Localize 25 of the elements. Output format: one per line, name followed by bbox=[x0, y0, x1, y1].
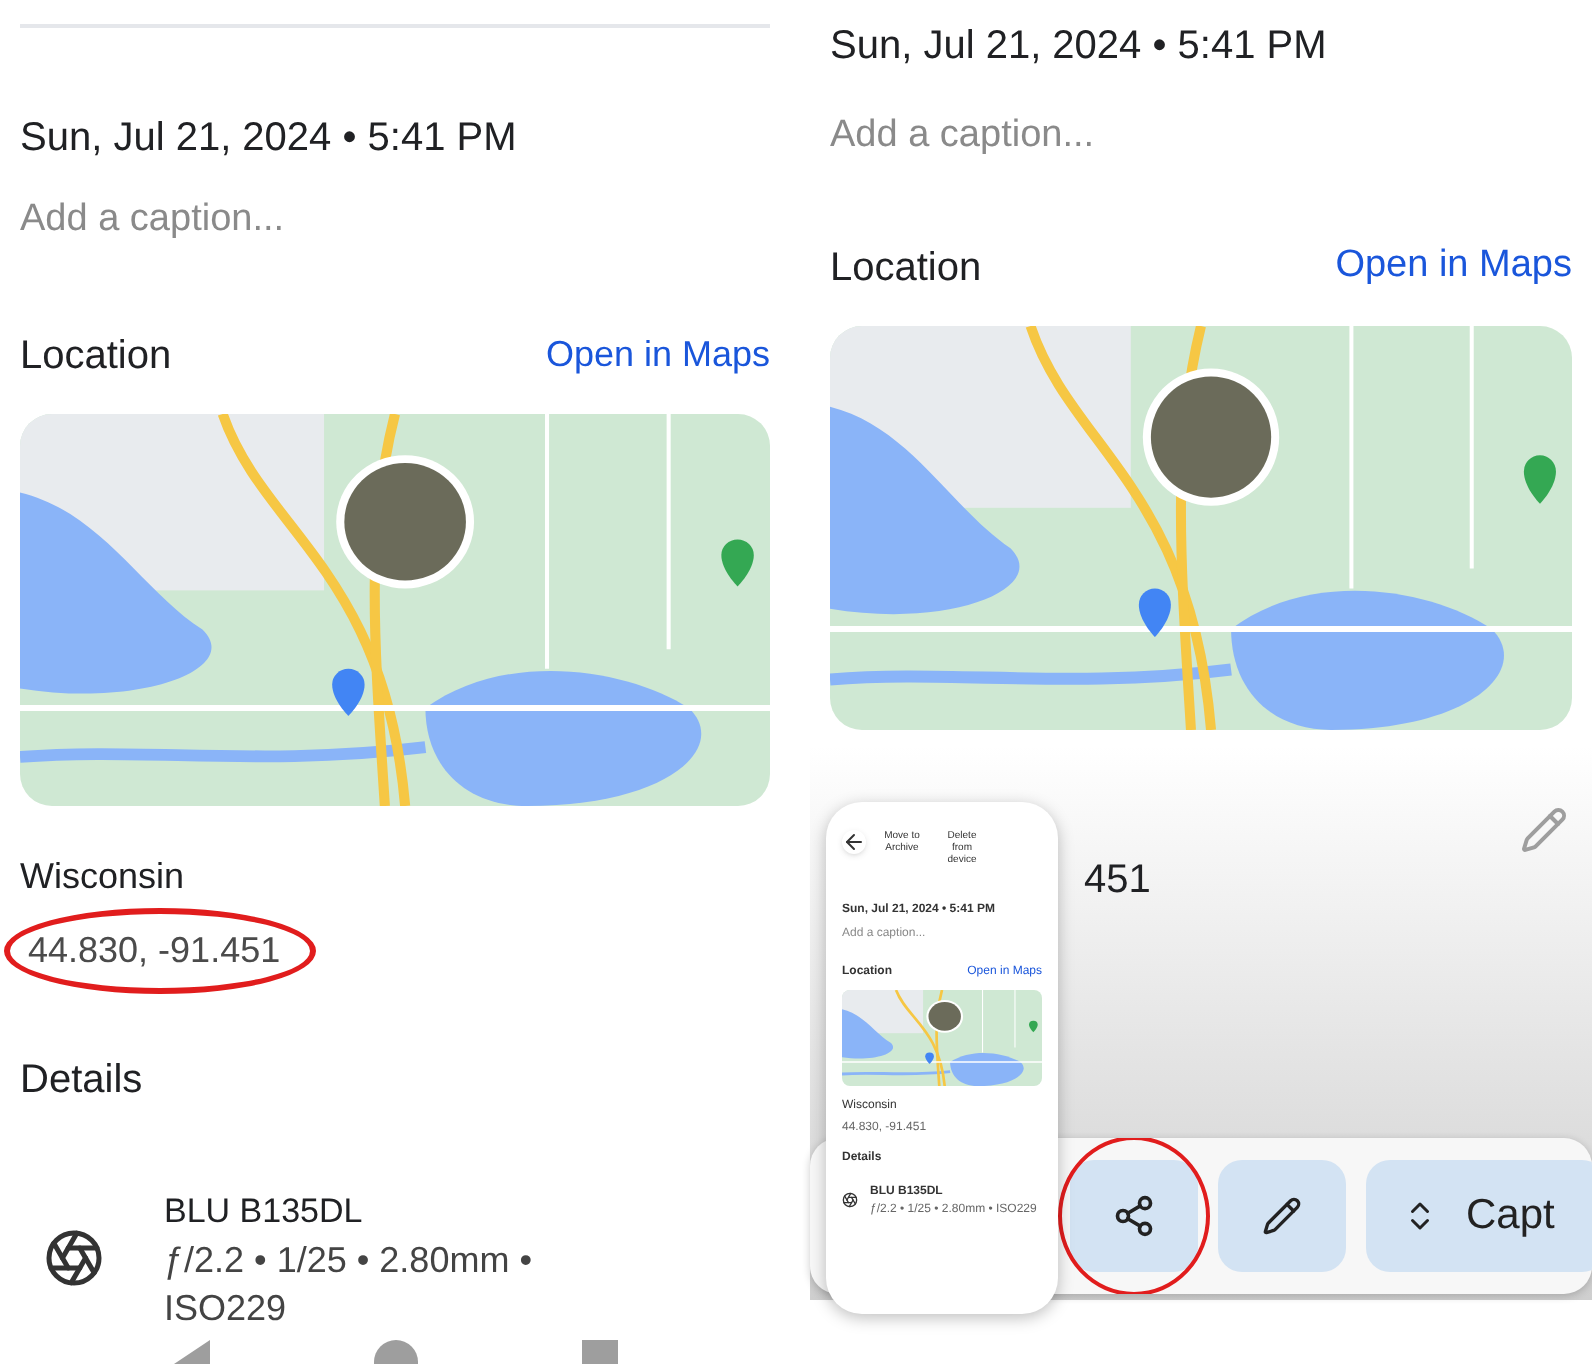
aperture-icon bbox=[44, 1228, 104, 1289]
home-icon[interactable] bbox=[373, 1340, 417, 1364]
section-title: Details bbox=[20, 1055, 145, 1105]
device-name: BLU B135DL bbox=[164, 1189, 365, 1233]
date-time: Sun, Jul 21, 2024 • 5:41 PM bbox=[20, 114, 519, 164]
open-in-maps-link[interactable]: Open in Maps bbox=[545, 328, 770, 382]
camera-specs: ƒ/2.2 • 1/25 • 2.80mm • ISO229 bbox=[164, 1238, 534, 1332]
pencil-icon bbox=[1520, 805, 1568, 853]
caption-field[interactable]: Add a caption... bbox=[20, 192, 770, 249]
coordinates: 451 bbox=[1084, 855, 1153, 905]
edit-button[interactable] bbox=[1218, 1159, 1346, 1271]
open-in-maps-link[interactable]: Open in Maps bbox=[1335, 238, 1572, 296]
pencil-icon bbox=[1262, 1195, 1302, 1235]
back-icon[interactable] bbox=[173, 1340, 209, 1364]
section-title: Location bbox=[830, 243, 982, 293]
share-icon bbox=[1112, 1193, 1156, 1237]
place-name: Wisconsin bbox=[20, 853, 187, 899]
caption-button[interactable]: Capt bbox=[1366, 1159, 1592, 1271]
date-time: Sun, Jul 21, 2024 • 5:41 PM bbox=[830, 22, 1329, 72]
recents-icon[interactable] bbox=[581, 1340, 617, 1364]
aperture-icon bbox=[842, 1192, 858, 1208]
share-button[interactable] bbox=[1070, 1159, 1198, 1271]
caption-field[interactable]: Add a caption... bbox=[830, 108, 1572, 165]
section-title: Location bbox=[20, 331, 172, 381]
coordinates: 44.830, -91.451 bbox=[28, 929, 281, 969]
